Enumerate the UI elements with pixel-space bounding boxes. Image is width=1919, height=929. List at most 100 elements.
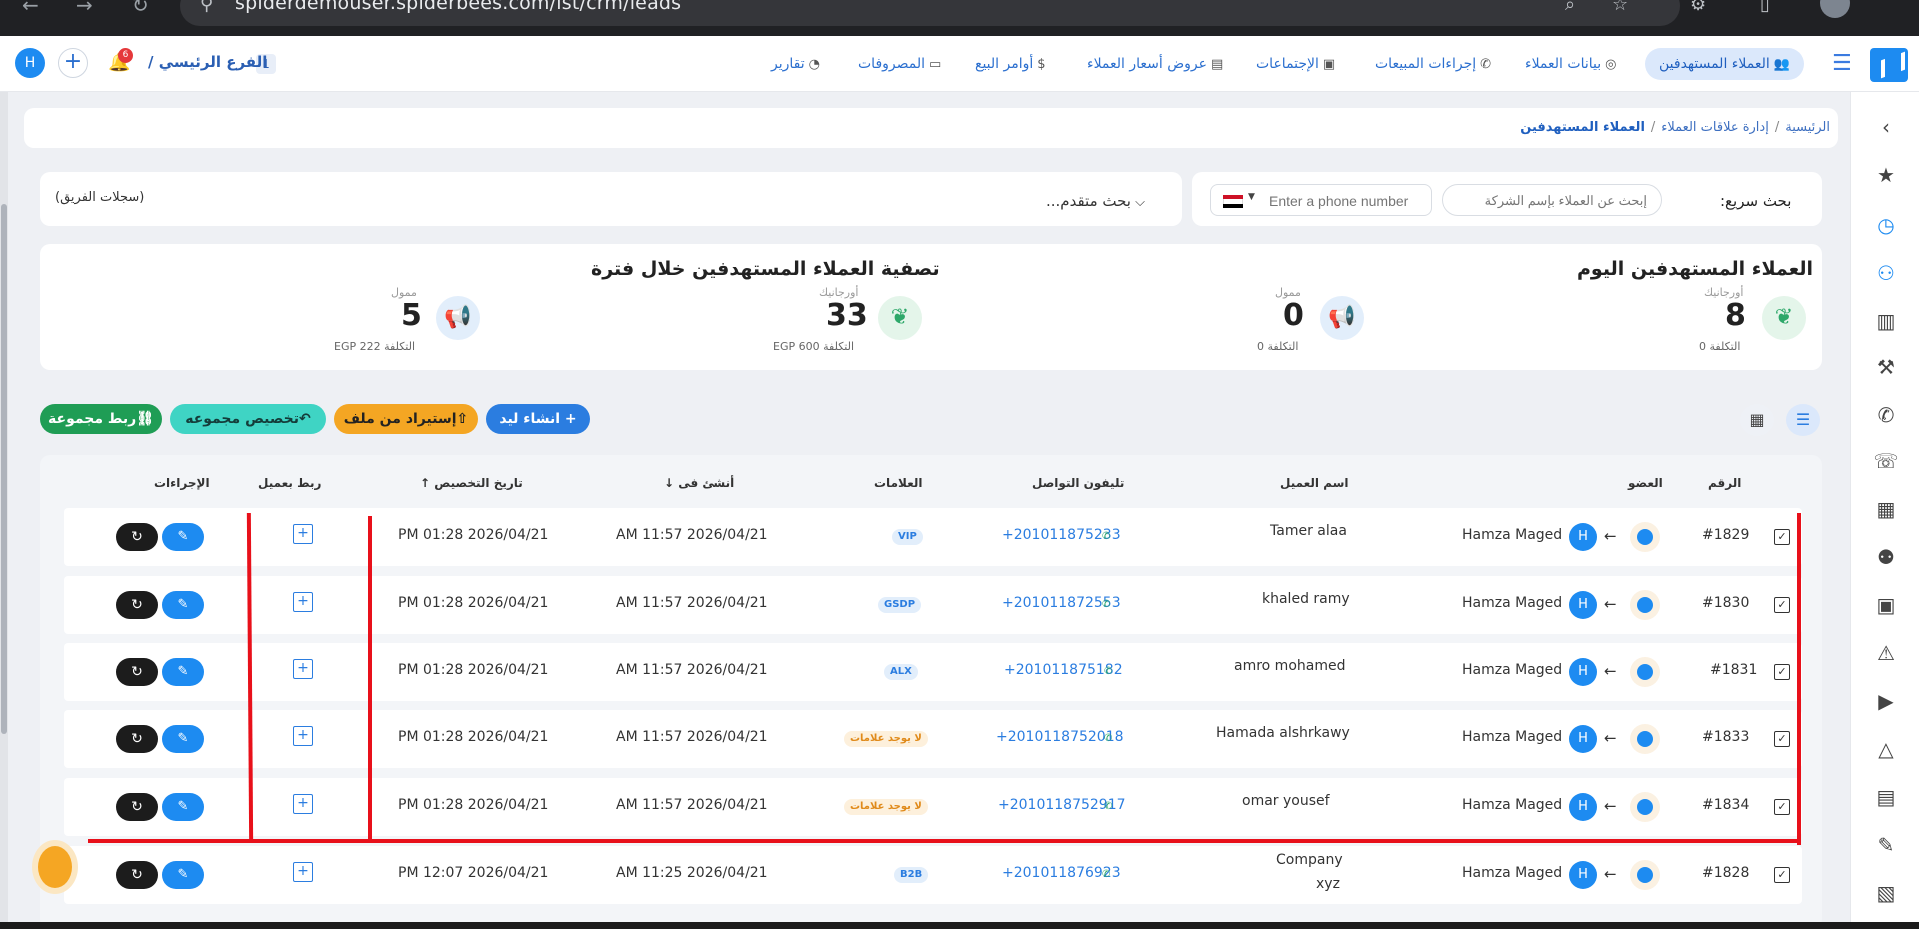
reload-icon[interactable]: ↻ bbox=[132, 0, 149, 15]
browser-profile-avatar[interactable] bbox=[1820, 0, 1850, 18]
road-icon[interactable]: △ bbox=[1873, 736, 1899, 762]
hamburger-menu-icon[interactable]: ☰ bbox=[1832, 51, 1852, 76]
star-icon[interactable]: ★ bbox=[1873, 162, 1899, 188]
scrollbar-thumb[interactable] bbox=[1, 204, 7, 734]
cast-icon[interactable]: ▯ bbox=[1760, 0, 1770, 15]
breadcrumb-home[interactable]: الرئيسية bbox=[1785, 120, 1830, 135]
whatsapp-icon[interactable]: ✆ bbox=[1104, 666, 1112, 677]
refresh-button[interactable]: ↻ bbox=[116, 658, 158, 686]
header-actions[interactable]: الإجراءات bbox=[154, 476, 210, 490]
nav-item-sales-orders[interactable]: $أوامر البيع bbox=[975, 48, 1046, 80]
scrollbar[interactable] bbox=[0, 92, 8, 929]
nav-item-meetings[interactable]: ▣الإجتماعات bbox=[1256, 48, 1335, 80]
nav-item-client-data[interactable]: ◎بيانات العملاء bbox=[1525, 48, 1616, 80]
client-name[interactable]: Tamer alaa bbox=[1270, 523, 1347, 539]
table-row[interactable]: ✓ #1829 ← H Hamza Maged Tamer alaa +2010… bbox=[64, 508, 1802, 566]
team-records-label[interactable]: (سجلات الفريق) bbox=[55, 190, 144, 205]
header-created-at[interactable]: أنشئ فى ↓ bbox=[664, 476, 734, 490]
pen-icon[interactable]: ✎ bbox=[1873, 832, 1899, 858]
tools-icon[interactable]: ⚒ bbox=[1873, 354, 1899, 380]
row-checkbox[interactable]: ✓ bbox=[1774, 799, 1790, 815]
table-row[interactable]: ✓ #1834 ← H omar yousef Hamza Maged +201… bbox=[64, 778, 1802, 836]
row-checkbox[interactable]: ✓ bbox=[1774, 529, 1790, 545]
site-info-icon[interactable]: ⚲ bbox=[200, 0, 213, 15]
app-logo[interactable] bbox=[1870, 48, 1908, 82]
header-assigned-at[interactable]: تاريخ التخصيص ↑ bbox=[420, 476, 523, 490]
client-name[interactable]: Hamada alshrkawy bbox=[1216, 725, 1350, 741]
edit-button[interactable]: ✎ bbox=[162, 591, 204, 619]
back-arrow-icon[interactable]: ← bbox=[22, 0, 39, 15]
header-phone[interactable]: تليفون التواصل bbox=[1032, 476, 1124, 490]
refresh-button[interactable]: ↻ bbox=[116, 725, 158, 753]
user-avatar[interactable]: H bbox=[15, 48, 45, 78]
list-view-icon[interactable]: ☰ bbox=[1786, 404, 1820, 436]
users-icon[interactable]: ⚇ bbox=[1873, 260, 1899, 286]
row-checkbox[interactable]: ✓ bbox=[1774, 597, 1790, 613]
phone-search-field[interactable]: ▼ bbox=[1210, 184, 1432, 216]
nav-item-reports[interactable]: ◔تقارير bbox=[771, 48, 820, 80]
company-search-input[interactable] bbox=[1442, 184, 1662, 216]
branch-selector[interactable]: الفرع الرئيسي / bbox=[148, 53, 267, 71]
edit-button[interactable]: ✎ bbox=[162, 523, 204, 551]
row-checkbox[interactable]: ✓ bbox=[1774, 664, 1790, 680]
table-row[interactable]: ✓ #1833 ← H Hamza Maged Hamada alshrkawy… bbox=[64, 710, 1802, 768]
link-client-icon[interactable]: + bbox=[293, 726, 313, 746]
bookmark-star-icon[interactable]: ☆ bbox=[1612, 0, 1628, 15]
refresh-button[interactable]: ↻ bbox=[116, 793, 158, 821]
table-row[interactable]: ✓ #1828 ← H Hamza Maged Company xyz +201… bbox=[64, 846, 1802, 904]
dashboard-gauge-icon[interactable]: ◷ bbox=[1873, 212, 1899, 238]
refresh-button[interactable]: ↻ bbox=[116, 861, 158, 889]
document-money-icon[interactable]: ▧ bbox=[1873, 880, 1899, 906]
add-button[interactable]: + bbox=[58, 48, 88, 78]
phone-search-input[interactable] bbox=[1269, 189, 1427, 213]
whatsapp-icon[interactable]: ✆ bbox=[1102, 599, 1110, 610]
table-row[interactable]: ✓ #1830 ← H Hamza Maged khaled ramy +201… bbox=[64, 576, 1802, 634]
nav-item-leads[interactable]: 👥العملاء المستهدفين bbox=[1645, 48, 1804, 80]
advanced-search-toggle[interactable]: ⌵ بحث متقدم... bbox=[1046, 192, 1145, 210]
client-name[interactable]: omar yousef bbox=[1242, 793, 1330, 809]
link-client-icon[interactable]: + bbox=[293, 659, 313, 679]
edit-button[interactable]: ✎ bbox=[162, 658, 204, 686]
nav-item-expenses[interactable]: ▭المصروفات bbox=[858, 48, 941, 80]
create-lead-button[interactable]: + انشاء ليد bbox=[486, 404, 590, 434]
extension-icon[interactable]: ⚙ bbox=[1690, 0, 1706, 15]
link-client-icon[interactable]: + bbox=[293, 862, 313, 882]
row-checkbox[interactable]: ✓ bbox=[1774, 867, 1790, 883]
refresh-button[interactable]: ↻ bbox=[116, 591, 158, 619]
cash-icon[interactable]: ▣ bbox=[1873, 592, 1899, 618]
invoice-icon[interactable]: ▤ bbox=[1873, 784, 1899, 810]
import-file-button[interactable]: ⇧إستيراد من ملف bbox=[334, 404, 478, 434]
phone-call-icon[interactable]: ✆ bbox=[1873, 402, 1899, 428]
header-number[interactable]: الرقم bbox=[1708, 476, 1741, 490]
nav-item-quotes[interactable]: ▤عروض أسعار العملاء bbox=[1087, 48, 1223, 80]
collapse-chevron-icon[interactable]: ‹ bbox=[1873, 114, 1899, 140]
assign-group-button[interactable]: ↶تخصيص مجموعه bbox=[170, 404, 326, 434]
link-client-icon[interactable]: + bbox=[293, 524, 313, 544]
whatsapp-icon[interactable]: ✆ bbox=[1102, 869, 1110, 880]
whatsapp-icon[interactable]: ✆ bbox=[1104, 733, 1112, 744]
edit-button[interactable]: ✎ bbox=[162, 861, 204, 889]
edit-button[interactable]: ✎ bbox=[162, 725, 204, 753]
calendar-icon[interactable]: ▦ bbox=[1873, 496, 1899, 522]
breadcrumb-section[interactable]: إدارة علاقات العملاء bbox=[1661, 120, 1769, 135]
client-name[interactable]: khaled ramy bbox=[1262, 591, 1350, 607]
refresh-button[interactable]: ↻ bbox=[116, 523, 158, 551]
forward-arrow-icon[interactable]: → bbox=[76, 0, 93, 15]
egypt-flag-icon[interactable] bbox=[1223, 195, 1243, 208]
whatsapp-icon[interactable]: ✆ bbox=[1102, 531, 1110, 542]
video-icon[interactable]: ▶ bbox=[1873, 688, 1899, 714]
header-member[interactable]: العضو bbox=[1628, 476, 1663, 490]
nav-item-sales-actions[interactable]: ✆إجراءات المبيعات bbox=[1375, 48, 1491, 80]
floating-help-button[interactable] bbox=[38, 846, 72, 888]
whatsapp-icon[interactable]: ✆ bbox=[1104, 801, 1112, 812]
link-client-icon[interactable]: + bbox=[293, 592, 313, 612]
grid-view-icon[interactable]: ▦ bbox=[1740, 404, 1774, 436]
row-checkbox[interactable]: ✓ bbox=[1774, 731, 1790, 747]
table-row[interactable]: ✓ #1831 ← H Hamza Maged amro mohamed +20… bbox=[64, 643, 1802, 701]
building-icon[interactable]: ▥ bbox=[1873, 308, 1899, 334]
header-link-client[interactable]: ربط بعميل bbox=[258, 476, 321, 490]
team-icon[interactable]: ⚉ bbox=[1873, 544, 1899, 570]
client-name[interactable]: Company bbox=[1276, 852, 1343, 868]
search-icon[interactable]: ⌕ bbox=[1565, 0, 1575, 15]
header-tags[interactable]: العلامات bbox=[874, 476, 923, 490]
